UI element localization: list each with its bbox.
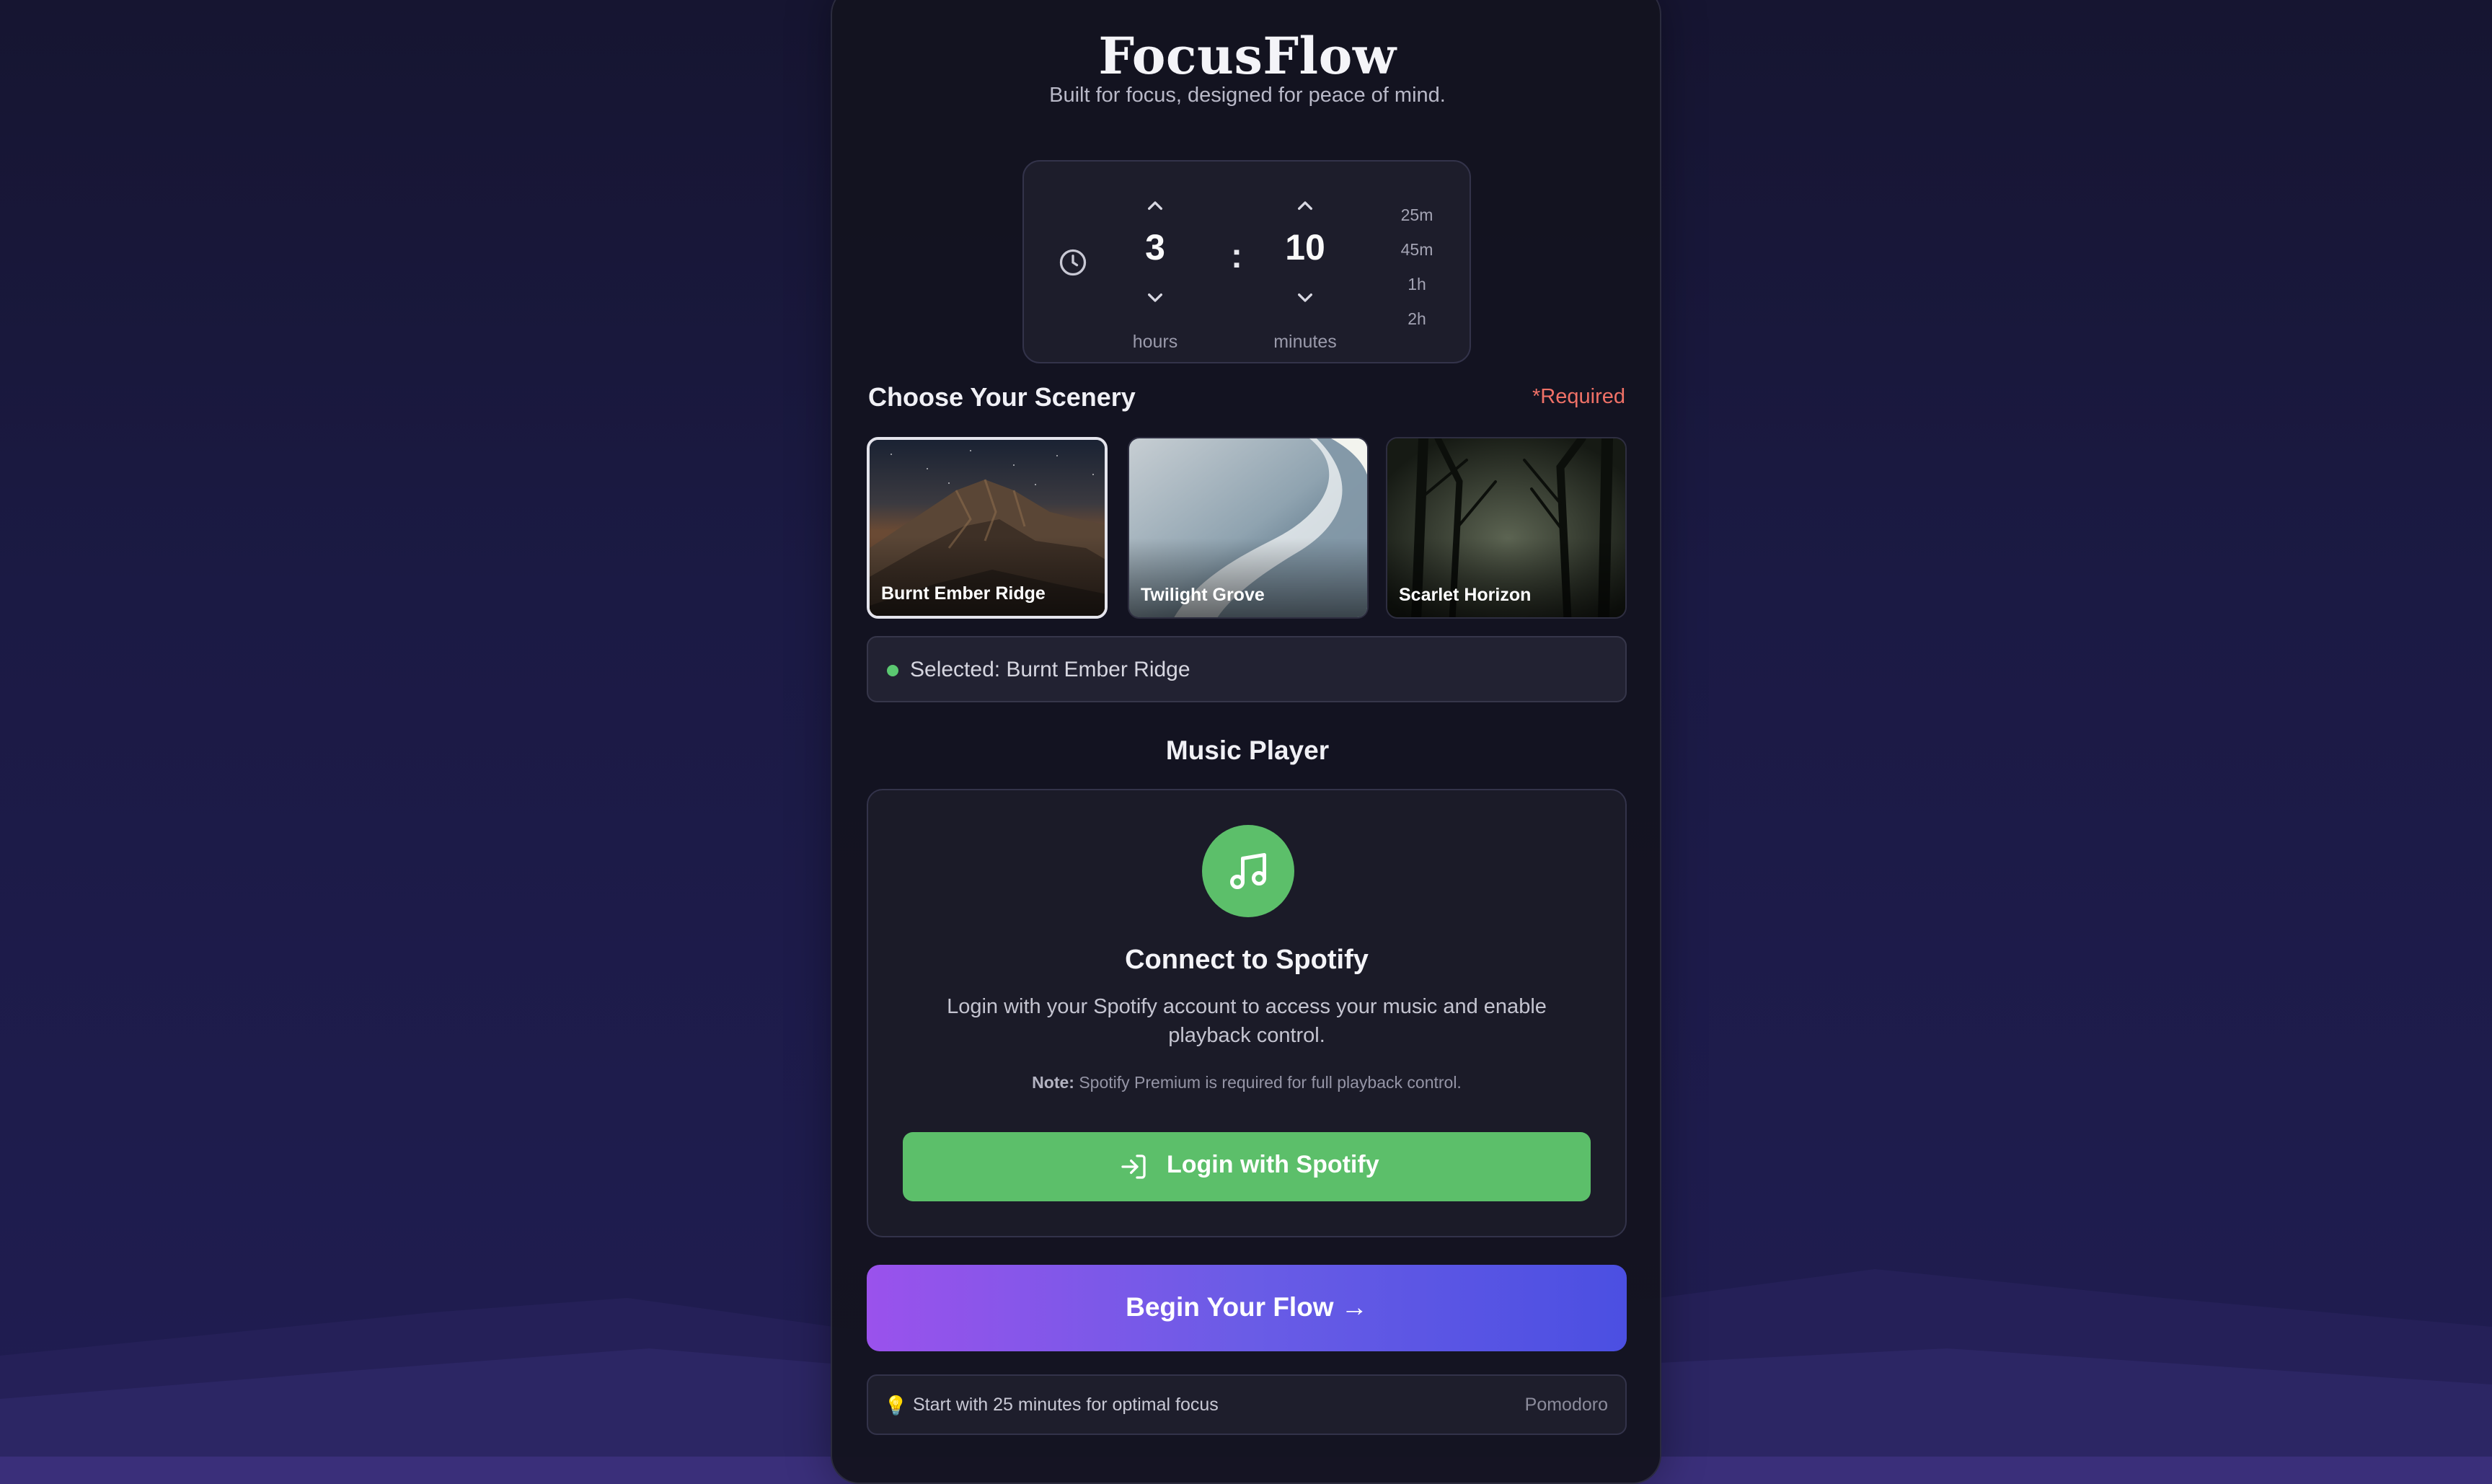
hours-spinner: 3 hours: [1105, 176, 1206, 356]
time-separator: :: [1231, 237, 1242, 275]
scene-card-scarlet-horizon[interactable]: Scarlet Horizon: [1386, 437, 1627, 619]
note-label: Note:: [1032, 1073, 1074, 1092]
preset-2h[interactable]: 2h: [1384, 301, 1449, 336]
hours-value[interactable]: 3: [1105, 226, 1206, 268]
main-card: FocusFlow Built for focus, designed for …: [831, 0, 1661, 1484]
music-player-panel: Connect to Spotify Login with your Spoti…: [867, 789, 1627, 1237]
login-with-spotify-button[interactable]: Login with Spotify: [903, 1132, 1591, 1201]
selected-scenery-status: Selected: Burnt Ember Ridge: [867, 636, 1627, 702]
minutes-label: minutes: [1273, 332, 1337, 352]
tip-text: Start with 25 minutes for optimal focus: [913, 1395, 1219, 1415]
music-icon-badge: [1202, 825, 1294, 917]
scene-label: Scarlet Horizon: [1399, 585, 1532, 605]
scene-card-burnt-ember-ridge[interactable]: Burnt Ember Ridge: [867, 437, 1108, 619]
begin-flow-label: Begin Your Flow →: [1126, 1292, 1368, 1322]
status-dot: [887, 665, 898, 676]
preset-25m[interactable]: 25m: [1384, 198, 1449, 232]
timer-panel: 3 hours : 10 minutes 25m 45m 1h 2h: [1022, 160, 1471, 363]
app-title: FocusFlow: [1098, 26, 1397, 86]
scene-card-twilight-grove[interactable]: Twilight Grove: [1128, 437, 1369, 619]
clock-icon: [1059, 249, 1087, 276]
scene-label: Twilight Grove: [1141, 585, 1265, 605]
music-note-icon: [1230, 853, 1266, 889]
music-player-title: Music Player: [1165, 736, 1330, 765]
app-subtitle: Built for focus, designed for peace of m…: [1049, 84, 1446, 107]
begin-flow-button[interactable]: Begin Your Flow →: [867, 1265, 1627, 1351]
login-icon: [1121, 1154, 1146, 1179]
login-button-label: Login with Spotify: [1167, 1151, 1379, 1178]
selected-scenery-text: Selected: Burnt Ember Ridge: [910, 658, 1190, 681]
connect-spotify-description: Login with your Spotify account to acces…: [947, 995, 1547, 1047]
scenery-title: Choose Your Scenery: [868, 382, 1136, 412]
premium-note: Note: Spotify Premium is required for fu…: [868, 1073, 1625, 1092]
tip-tag: Pomodoro: [1524, 1395, 1608, 1415]
minutes-spinner: 10 minutes: [1255, 176, 1356, 356]
preset-list: 25m 45m 1h 2h: [1384, 198, 1449, 336]
preset-45m[interactable]: 45m: [1384, 232, 1449, 267]
lightbulb-icon: 💡: [884, 1395, 908, 1416]
chevron-up-icon[interactable]: [1141, 192, 1170, 221]
tip-bar: 💡 Start with 25 minutes for optimal focu…: [867, 1374, 1627, 1435]
chevron-down-icon[interactable]: [1291, 283, 1320, 312]
note-text: Spotify Premium is required for full pla…: [1074, 1073, 1462, 1092]
scene-label: Burnt Ember Ridge: [881, 583, 1046, 604]
preset-1h[interactable]: 1h: [1384, 267, 1449, 301]
hours-label: hours: [1132, 332, 1178, 352]
required-label: *Required: [1532, 385, 1625, 408]
minutes-value[interactable]: 10: [1255, 226, 1356, 268]
chevron-down-icon[interactable]: [1141, 283, 1170, 312]
chevron-up-icon[interactable]: [1291, 192, 1320, 221]
connect-spotify-title: Connect to Spotify: [1125, 945, 1369, 975]
